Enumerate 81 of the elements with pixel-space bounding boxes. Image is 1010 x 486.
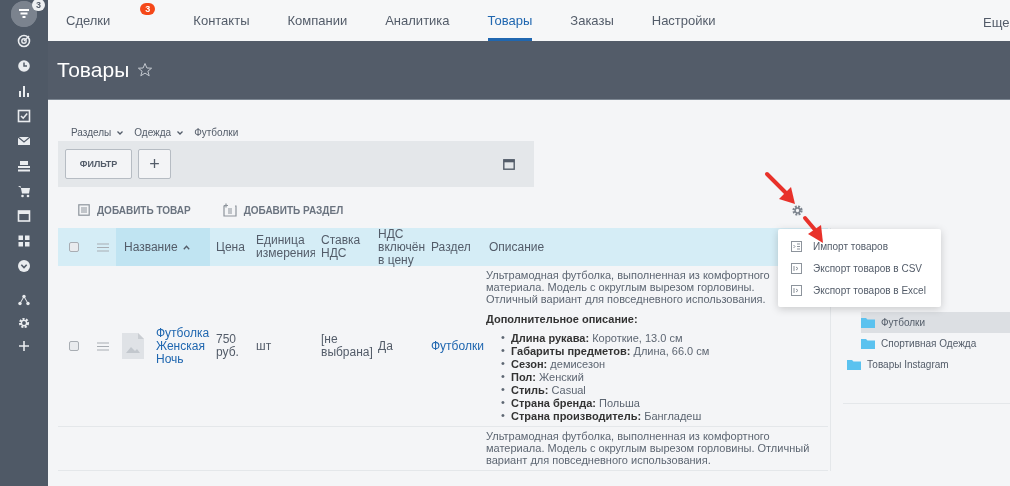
detail-item: Страна производитель: Бангладеш bbox=[511, 409, 702, 422]
folder-icon bbox=[847, 359, 861, 370]
cart-icon[interactable] bbox=[17, 184, 31, 198]
sort-caret-icon bbox=[182, 244, 190, 250]
nav-tab[interactable]: Компании bbox=[287, 0, 348, 41]
document-icon bbox=[791, 262, 802, 274]
nav-tab[interactable]: Сделки bbox=[66, 0, 111, 41]
plus-icon[interactable] bbox=[17, 339, 31, 353]
details-heading: Дополнительное описание: bbox=[486, 313, 639, 325]
checkbox-icon[interactable] bbox=[17, 109, 31, 123]
detail-item: Габариты предметов: Длина, 66.0 см bbox=[511, 344, 710, 357]
detail-item: Сезон: демисезон bbox=[511, 357, 606, 370]
column-header[interactable]: Ставка НДС bbox=[315, 228, 372, 266]
notification-badge: 3 bbox=[32, 0, 45, 11]
description-text: Ультрамодная футболка, выполненная из комфортного материала. Модель с округлым вырезом горловины. Отличный вариант для повседневного использования. bbox=[486, 269, 771, 305]
target-icon[interactable] bbox=[17, 34, 31, 48]
vat-included-text: Да bbox=[378, 339, 393, 353]
window-icon[interactable] bbox=[503, 158, 515, 170]
bar-chart-icon[interactable] bbox=[17, 84, 31, 98]
column-header[interactable]: Название bbox=[116, 228, 210, 266]
folder-icon bbox=[861, 338, 875, 349]
breadcrumb-link[interactable]: Футболки bbox=[194, 127, 239, 138]
filter-icon[interactable] bbox=[11, 1, 37, 27]
detail-item: Стиль: Casual bbox=[511, 383, 586, 396]
nav-tab[interactable]: Настройки bbox=[651, 0, 716, 41]
add-link[interactable]: ДОБАВИТЬ ТОВАР bbox=[78, 204, 191, 216]
list-icon bbox=[791, 240, 802, 252]
column-header[interactable]: Цена bbox=[210, 228, 250, 266]
annotation-arrow bbox=[765, 172, 795, 204]
mail-icon[interactable] bbox=[17, 134, 31, 148]
annotation-arrow bbox=[803, 216, 823, 243]
grid-icon[interactable] bbox=[17, 234, 31, 248]
description-text: Ультрамодная футболка, выполненная из комфортного материала. Модель с округлым вырезом горловины. Отличный вариант для повседневного использования. bbox=[486, 430, 811, 466]
checkbox[interactable] bbox=[69, 242, 79, 252]
network-icon[interactable] bbox=[17, 293, 31, 307]
tree-item[interactable]: Товары Instagram bbox=[847, 354, 1010, 375]
detail-item: Пол: Женский bbox=[511, 370, 584, 383]
list-bullet: • bbox=[501, 344, 506, 356]
vat-rate-text: [не выбрана] bbox=[321, 333, 373, 359]
price-text: 750 руб. bbox=[216, 333, 240, 359]
gear-icon[interactable] bbox=[791, 203, 804, 217]
count-badge: 3 bbox=[140, 3, 156, 15]
filter-button[interactable]: ФИЛЬТР bbox=[65, 149, 132, 179]
menu-item[interactable]: Экспорт товаров в Excel bbox=[778, 279, 941, 301]
column-header[interactable]: НДС включён в цену bbox=[372, 228, 425, 266]
list-bullet: • bbox=[501, 357, 506, 369]
more-menu[interactable]: Еще bbox=[983, 0, 1010, 41]
unit-text: шт bbox=[256, 339, 272, 353]
clock-icon[interactable] bbox=[17, 59, 31, 73]
nav-tab[interactable]: Контакты bbox=[193, 0, 250, 41]
add-button[interactable]: + bbox=[138, 149, 171, 179]
column-header[interactable]: Раздел bbox=[425, 228, 483, 266]
breadcrumb-link[interactable]: Разделы bbox=[71, 127, 125, 138]
product-link[interactable]: Футболка Женская Ночь bbox=[156, 326, 208, 366]
detail-item: Страна бренда: Польша bbox=[511, 396, 640, 409]
list-bullet: • bbox=[501, 383, 506, 395]
folder-add-icon bbox=[222, 203, 237, 217]
checkbox[interactable] bbox=[69, 341, 79, 351]
document-icon bbox=[78, 204, 90, 216]
list-bullet: • bbox=[501, 370, 506, 382]
chevron-down-icon[interactable] bbox=[17, 259, 31, 273]
drag-handle-icon[interactable] bbox=[97, 341, 109, 351]
breadcrumb-link[interactable]: Одежда bbox=[134, 127, 185, 138]
drag-handle-icon[interactable] bbox=[97, 242, 109, 252]
list-bullet: • bbox=[501, 331, 506, 343]
tree-item[interactable]: Спортивная Одежда bbox=[861, 333, 1010, 354]
star-icon[interactable] bbox=[137, 62, 154, 78]
nav-tab[interactable]: Аналитика bbox=[385, 0, 450, 41]
column-header[interactable]: Единица измерения bbox=[250, 228, 315, 266]
inbox-icon[interactable] bbox=[17, 159, 31, 173]
document-icon bbox=[791, 284, 802, 296]
page-title: Товары bbox=[57, 58, 130, 82]
list-bullet: • bbox=[501, 396, 506, 408]
nav-tab[interactable]: Заказы bbox=[570, 0, 614, 41]
list-bullet: • bbox=[501, 409, 506, 421]
folder-icon bbox=[861, 317, 875, 328]
add-link[interactable]: ДОБАВИТЬ РАЗДЕЛ bbox=[222, 203, 344, 217]
tree-item[interactable]: Футболки bbox=[861, 312, 1010, 333]
detail-item: Длина рукава: Короткие, 13.0 см bbox=[511, 331, 683, 344]
image-placeholder-icon bbox=[122, 333, 144, 359]
section-link[interactable]: Футболки bbox=[431, 339, 484, 353]
